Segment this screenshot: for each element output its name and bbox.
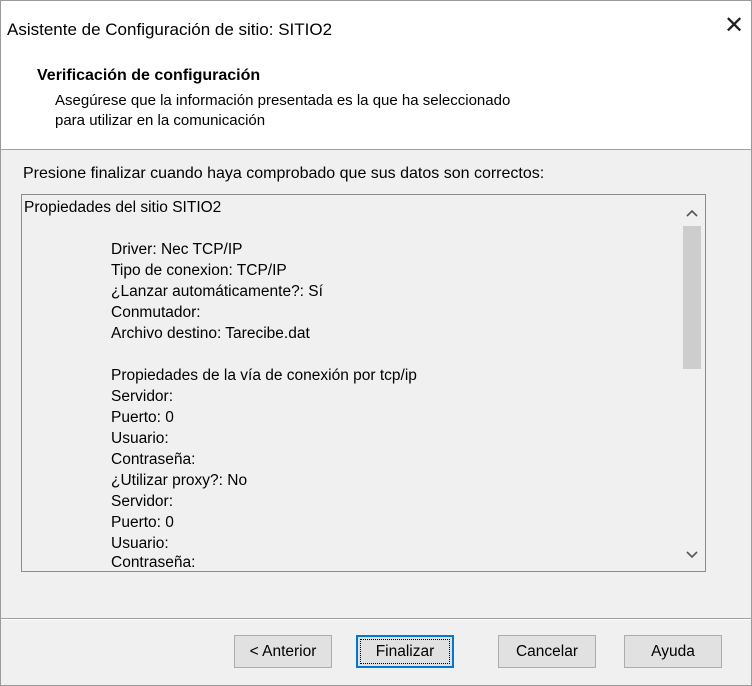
summary-line: Contraseña:: [111, 451, 196, 468]
summary-line: Puerto: 0: [111, 514, 174, 531]
scrollbar-thumb[interactable]: [683, 226, 701, 369]
summary-line: Contraseña:: [111, 554, 196, 571]
summary-line: ¿Utilizar proxy?: No: [111, 472, 248, 489]
cancel-button[interactable]: Cancelar: [498, 635, 596, 668]
close-icon[interactable]: ✕: [717, 11, 751, 45]
summary-line: Conmutador:: [111, 304, 201, 321]
summary-line: Propiedades de la vía de conexión por tc…: [111, 367, 417, 384]
summary-line: Archivo destino: Tarecibe.dat: [111, 325, 310, 342]
back-button[interactable]: < Anterior: [234, 635, 332, 668]
scroll-up-icon[interactable]: [678, 201, 705, 223]
page-description-line-1: Asegúrese que la información presentada …: [55, 92, 511, 109]
summary-content: Propiedades del sitio SITIO2 Driver: Nec…: [22, 195, 677, 571]
focus-rectangle: [360, 639, 450, 664]
summary-listbox[interactable]: Propiedades del sitio SITIO2 Driver: Nec…: [21, 194, 706, 572]
scroll-down-icon[interactable]: [678, 543, 705, 565]
page-description-line-2: para utilizar en la comunicación: [55, 112, 266, 129]
summary-line: Servidor:: [111, 388, 174, 405]
summary-heading: Propiedades del sitio SITIO2: [24, 199, 222, 216]
summary-line: ¿Lanzar automáticamente?: Sí: [111, 283, 323, 300]
summary-line: Tipo de conexion: TCP/IP: [111, 262, 287, 279]
summary-line: Servidor:: [111, 493, 174, 510]
title-bar: Asistente de Configuración de sitio: SIT…: [1, 1, 751, 53]
instruction-text: Presione finalizar cuando haya comprobad…: [23, 165, 545, 182]
summary-line: Usuario:: [111, 535, 169, 552]
wizard-header: Verificación de configuración Asegúrese …: [1, 53, 751, 150]
footer-divider: [1, 618, 751, 620]
summary-line: Usuario:: [111, 430, 169, 447]
vertical-scrollbar[interactable]: [678, 195, 705, 571]
page-title: Verificación de configuración: [37, 67, 261, 84]
help-button[interactable]: Ayuda: [624, 635, 722, 668]
window-title: Asistente de Configuración de sitio: SIT…: [7, 20, 333, 39]
summary-line: Puerto: 0: [111, 409, 174, 426]
wizard-window: Asistente de Configuración de sitio: SIT…: [0, 0, 752, 686]
page-description: Asegúrese que la información presentada …: [55, 91, 655, 131]
finish-button[interactable]: Finalizar: [356, 635, 454, 668]
summary-line: Driver: Nec TCP/IP: [111, 241, 243, 258]
